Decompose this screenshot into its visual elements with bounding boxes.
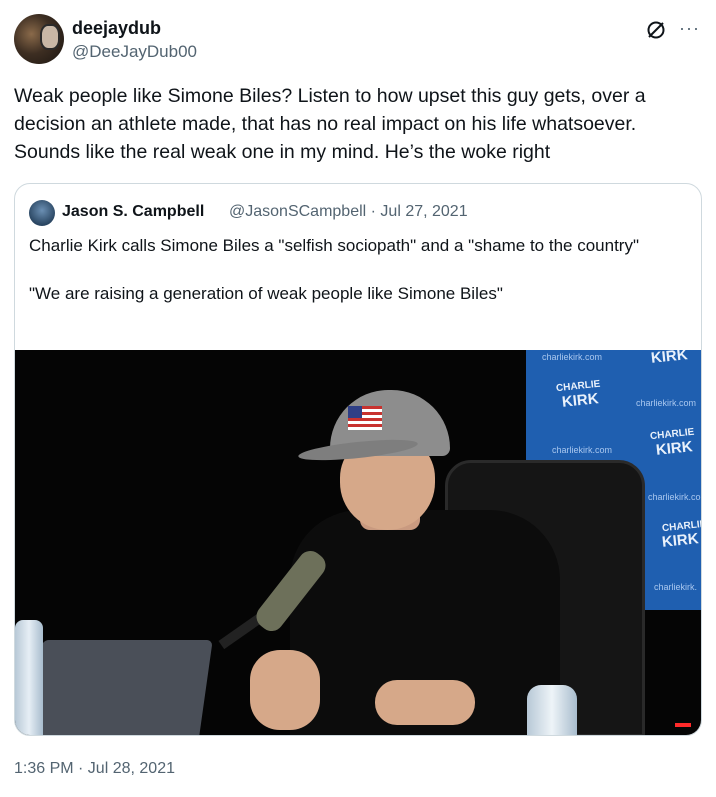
tweet-header: deejaydub @DeeJayDub00 ··· (14, 14, 702, 66)
banner-url-text-4: charliekirk.co (648, 492, 701, 502)
video-badge-icon (675, 723, 691, 727)
banner-logo-line2-b: KIRK (655, 438, 694, 459)
quoted-author-name[interactable]: Jason S. Campbell (62, 203, 204, 221)
banner-logo-line2-c: KIRK (661, 530, 700, 551)
quoted-video[interactable]: charliekirk.com KIRK CHARLIE KIRK charli… (15, 350, 701, 735)
quoted-paragraph-2: "We are raising a generation of weak peo… (29, 284, 503, 303)
tweet-text: Weak people like Simone Biles? Listen to… (14, 85, 646, 163)
tweet-timestamp[interactable]: 1:36 PM · Jul 28, 2021 (14, 760, 175, 778)
banner-url-text-5: charliekirk. (654, 582, 698, 592)
quoted-tweet[interactable]: Jason S. Campbell @JasonSCampbell · Jul … (14, 183, 702, 736)
author-display-name[interactable]: deejaydub (72, 18, 161, 39)
more-icon[interactable]: ··· (679, 18, 700, 39)
banner-url-text-2: charliekirk.com (636, 398, 697, 408)
banner-url-text-3: charliekirk.com (552, 445, 613, 455)
banner-url-text: charliekirk.com (542, 352, 603, 362)
quoted-paragraph-1: Charlie Kirk calls Simone Biles a "selfi… (29, 236, 639, 255)
banner-logo-partial: KIRK (650, 350, 689, 367)
person-right-arm (375, 680, 475, 725)
water-bottle-right (527, 685, 577, 735)
quoted-author-meta[interactable]: @JasonSCampbell · Jul 27, 2021 (229, 203, 468, 221)
person-left-arm (250, 650, 320, 730)
flag-patch (348, 406, 382, 430)
laptop (27, 640, 213, 735)
water-bottle-left (15, 620, 43, 735)
grok-icon[interactable] (646, 20, 666, 40)
banner-logo-line2: KIRK (561, 390, 600, 411)
author-handle[interactable]: @DeeJayDub00 (72, 42, 197, 62)
quoted-author-avatar[interactable] (29, 200, 55, 226)
author-avatar[interactable] (14, 14, 64, 64)
quoted-tweet-text: Charlie Kirk calls Simone Biles a "selfi… (29, 234, 689, 330)
